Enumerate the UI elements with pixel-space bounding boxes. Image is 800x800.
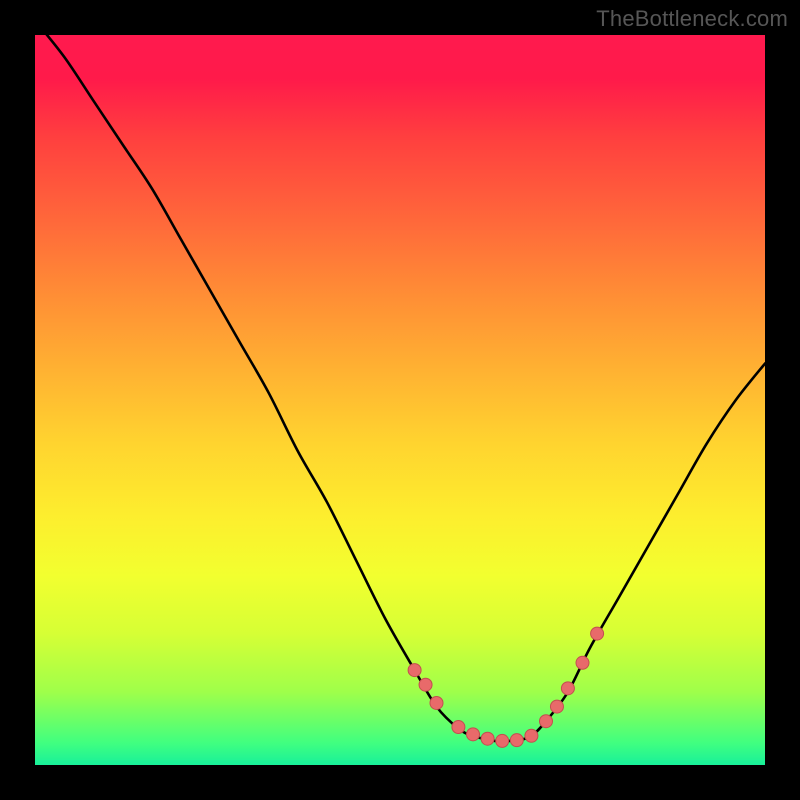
marker-dot [510, 734, 523, 747]
marker-dot [452, 721, 465, 734]
marker-dot [540, 715, 553, 728]
curve-line [35, 35, 765, 741]
chart-svg [35, 35, 765, 765]
marker-dot [467, 728, 480, 741]
marker-dot [550, 700, 563, 713]
marker-dot [430, 696, 443, 709]
plot-area [35, 35, 765, 765]
marker-dot [419, 678, 432, 691]
chart-container: TheBottleneck.com [0, 0, 800, 800]
marker-dot [591, 627, 604, 640]
marker-dot [561, 682, 574, 695]
marker-dot [481, 732, 494, 745]
marker-dot [525, 729, 538, 742]
marker-dot [496, 734, 509, 747]
marker-dot [408, 664, 421, 677]
watermark-text: TheBottleneck.com [596, 6, 788, 32]
marker-dot [576, 656, 589, 669]
marker-dots [408, 627, 603, 747]
